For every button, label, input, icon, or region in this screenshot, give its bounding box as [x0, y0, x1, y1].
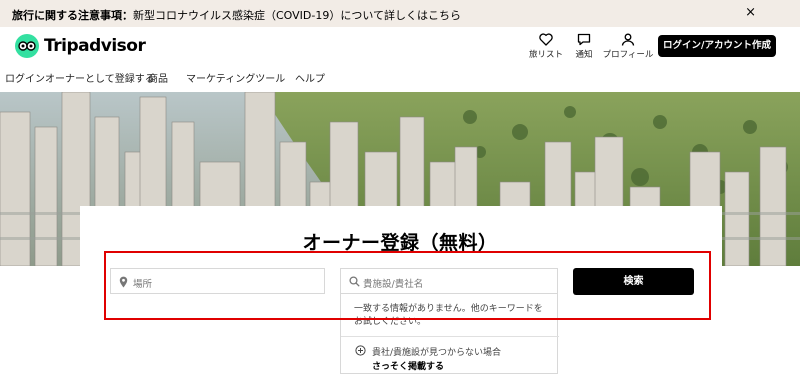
- registration-title: オーナー登録（無料）: [302, 232, 498, 254]
- subnav-item-products[interactable]: 商品: [148, 70, 168, 85]
- business-name-input[interactable]: 貴施設/貴社名: [340, 268, 558, 294]
- owl-icon: [15, 34, 39, 58]
- profile-button[interactable]: プロフィール: [598, 33, 658, 60]
- search-icon: [349, 276, 360, 287]
- search-button[interactable]: 検索: [573, 268, 694, 295]
- tripadvisor-logo[interactable]: Tripadvisor: [15, 34, 146, 58]
- no-match-message: 一致する情報がありません。他のキーワードをお試しください。: [354, 304, 543, 327]
- brand-name: Tripadvisor: [44, 36, 146, 56]
- business-name-placeholder: 貴施設/貴社名: [363, 279, 424, 290]
- login-button[interactable]: ログイン/アカウント作成: [658, 35, 776, 57]
- location-pin-icon: [119, 276, 128, 288]
- profile-label: プロフィール: [602, 50, 654, 60]
- message-icon: [577, 33, 591, 46]
- subnav-item-register[interactable]: ログインオーナーとして登録する: [5, 70, 155, 85]
- heart-icon: [539, 33, 553, 46]
- travel-notice-bar[interactable]: 旅行に関する注意事項：新型コロナウイルス感染症（COVID-19）について詳しく…: [0, 0, 800, 27]
- person-icon: [621, 33, 635, 46]
- suggestion-dropdown: 一致する情報がありません。他のキーワードをお試しください。 貴社/貴施設が見つか…: [340, 294, 559, 374]
- not-found-text: 貴社/貴施設が見つからない場合: [372, 348, 502, 358]
- dropdown-divider: [341, 336, 559, 337]
- close-icon[interactable]: ×: [745, 5, 756, 20]
- subnav-item-help[interactable]: ヘルプ: [295, 70, 325, 85]
- notice-link[interactable]: 新型コロナウイルス感染症（COVID-19）について詳しくはこちら: [133, 9, 461, 22]
- location-input[interactable]: 場所: [110, 268, 325, 294]
- notice-text[interactable]: 旅行に関する注意事項：新型コロナウイルス感染症（COVID-19）について詳しく…: [12, 7, 461, 23]
- subnav-item-marketing-tools[interactable]: マーケティングツール: [186, 70, 285, 85]
- location-placeholder: 場所: [133, 279, 153, 290]
- notifications-label: 通知: [575, 50, 593, 60]
- notice-label: 旅行に関する注意事項：: [12, 9, 133, 22]
- add-circle-icon: [355, 345, 366, 356]
